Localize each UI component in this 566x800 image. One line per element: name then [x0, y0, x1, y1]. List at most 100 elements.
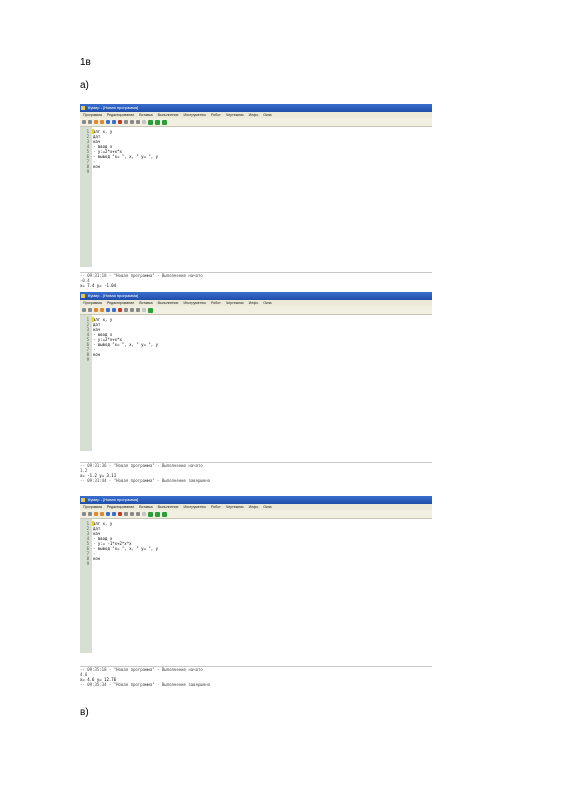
paste-icon[interactable]: [100, 308, 104, 312]
step-out-icon[interactable]: [136, 120, 140, 124]
menu-item[interactable]: Инструменты: [184, 113, 206, 117]
menu-item[interactable]: Окна: [263, 113, 271, 117]
menu-item[interactable]: Робот: [211, 301, 221, 305]
step-out-icon[interactable]: [136, 512, 140, 516]
code-lines: 1 алг х, у 2 дат 3 нач 4 · ввод х 5 · у:= -1*х+2*…: [80, 521, 432, 566]
redo-icon[interactable]: [112, 512, 116, 516]
menu-item[interactable]: Инструменты: [184, 505, 206, 509]
code-line[interactable]: 9: [80, 169, 432, 174]
copy-icon[interactable]: [94, 120, 98, 124]
code-line[interactable]: 9: [80, 561, 432, 566]
code-editor[interactable]: 1 алг х, у 2 дат 3 нач 4 · ввод х 5 · у:= -1*х+2*…: [80, 519, 432, 653]
undo-icon[interactable]: [106, 308, 110, 312]
undo-icon[interactable]: [106, 512, 110, 516]
menu-item[interactable]: Чертежник: [226, 505, 244, 509]
step-out-icon[interactable]: [136, 308, 140, 312]
section-label-b: в): [80, 707, 89, 718]
menu-item[interactable]: Выполнение: [158, 301, 179, 305]
menu-item[interactable]: Программа: [83, 113, 102, 117]
menu-item[interactable]: Инструменты: [184, 301, 206, 305]
stop-icon[interactable]: [118, 308, 122, 312]
step-icon[interactable]: [124, 120, 128, 124]
line-number: 9: [86, 169, 89, 174]
menu-item[interactable]: Вставка: [139, 113, 152, 117]
save-icon[interactable]: [82, 512, 86, 516]
grid-icon[interactable]: [162, 511, 167, 517]
paste-icon[interactable]: [100, 120, 104, 124]
debug-icon[interactable]: [142, 512, 146, 516]
paste-icon[interactable]: [100, 512, 104, 516]
redo-icon[interactable]: [112, 308, 116, 312]
toolbar: [80, 118, 432, 127]
save-icon[interactable]: [82, 308, 86, 312]
drawer-icon[interactable]: [155, 511, 160, 517]
cut-icon[interactable]: [88, 308, 92, 312]
step-into-icon[interactable]: [130, 512, 134, 516]
cut-icon[interactable]: [88, 120, 92, 124]
menu-item[interactable]: Инфо: [249, 113, 259, 117]
output-panel-2: -- 09:31:36 - "Новая программа" - Выполн…: [80, 462, 432, 483]
window-titlebar: Кумир - [Новая программа]: [80, 104, 432, 112]
step-into-icon[interactable]: [130, 308, 134, 312]
drawer-icon[interactable]: [155, 119, 160, 125]
copy-icon[interactable]: [94, 308, 98, 312]
robot-icon[interactable]: [148, 307, 153, 313]
menu-item[interactable]: Выполнение: [158, 505, 179, 509]
window-titlebar: Кумир - [Новая программа]: [80, 496, 432, 504]
menu-item[interactable]: Выполнение: [158, 113, 179, 117]
menu-item[interactable]: Чертежник: [226, 113, 244, 117]
toolbar: [80, 306, 432, 315]
kumir-window-3: Кумир - [Новая программа] Программа Реда…: [80, 496, 432, 653]
code-editor[interactable]: 1 алг х, у 2 дат 3 нач 4 · ввод х 5 · у:=2*х+х*х 6…: [80, 127, 432, 267]
toolbar: [80, 510, 432, 519]
output-footer: -- 09:35:34 - "Новая программа" - Выполн…: [80, 682, 211, 687]
redo-icon[interactable]: [112, 120, 116, 124]
debug-icon[interactable]: [142, 120, 146, 124]
debug-icon[interactable]: [142, 308, 146, 312]
menu-item[interactable]: Вставка: [139, 505, 152, 509]
copy-icon[interactable]: [94, 512, 98, 516]
robot-icon[interactable]: [148, 119, 153, 125]
grid-icon[interactable]: [162, 119, 167, 125]
stop-icon[interactable]: [118, 512, 122, 516]
menu-item[interactable]: Окна: [263, 505, 271, 509]
menu-item[interactable]: Редактирование: [107, 505, 134, 509]
robot-icon[interactable]: [148, 511, 153, 517]
section-label-a: а): [80, 80, 89, 91]
code-line[interactable]: 9: [80, 357, 432, 362]
menu-item[interactable]: Робот: [211, 113, 221, 117]
window-title: Кумир - [Новая программа]: [88, 105, 139, 110]
menu-item[interactable]: Инфо: [249, 301, 259, 305]
save-icon[interactable]: [82, 120, 86, 124]
kumir-window-2: Кумир - [Новая программа] Программа Реда…: [80, 292, 432, 451]
code-editor[interactable]: 1 алг х, у 2 дат 3 нач 4 · ввод х 5 · у:=2*х+х*х 6…: [80, 315, 432, 451]
menu-item[interactable]: Робот: [211, 505, 221, 509]
menu-item[interactable]: Чертежник: [226, 301, 244, 305]
output-panel-1: -- 09:31:18 - "Новая программа" - Выполн…: [80, 272, 432, 288]
step-icon[interactable]: [124, 308, 128, 312]
menu-item[interactable]: Окна: [263, 301, 271, 305]
stop-icon[interactable]: [118, 120, 122, 124]
step-icon[interactable]: [124, 512, 128, 516]
menu-item[interactable]: Инфо: [249, 505, 259, 509]
app-icon: [81, 498, 85, 502]
menu-item[interactable]: Вставка: [139, 301, 152, 305]
kumir-window-1: Кумир - [Новая программа] Программа Реда…: [80, 104, 432, 267]
line-number: 9: [86, 357, 89, 362]
menu-item[interactable]: Программа: [83, 301, 102, 305]
window-titlebar: Кумир - [Новая программа]: [80, 292, 432, 300]
cut-icon[interactable]: [88, 512, 92, 516]
app-icon: [81, 294, 85, 298]
step-into-icon[interactable]: [130, 120, 134, 124]
code-lines: 1 алг х, у 2 дат 3 нач 4 · ввод х 5 · у:=2*х+х*х 6…: [80, 317, 432, 362]
menu-item[interactable]: Редактирование: [107, 113, 134, 117]
line-number: 9: [86, 561, 89, 566]
menu-item[interactable]: Программа: [83, 505, 102, 509]
output-panel-3: -- 09:35:18 - "Новая программа" - Выполн…: [80, 666, 432, 687]
window-title: Кумир - [Новая программа]: [88, 497, 139, 502]
doc-heading: 1в: [80, 57, 91, 68]
undo-icon[interactable]: [106, 120, 110, 124]
menu-item[interactable]: Редактирование: [107, 301, 134, 305]
app-icon: [81, 106, 85, 110]
